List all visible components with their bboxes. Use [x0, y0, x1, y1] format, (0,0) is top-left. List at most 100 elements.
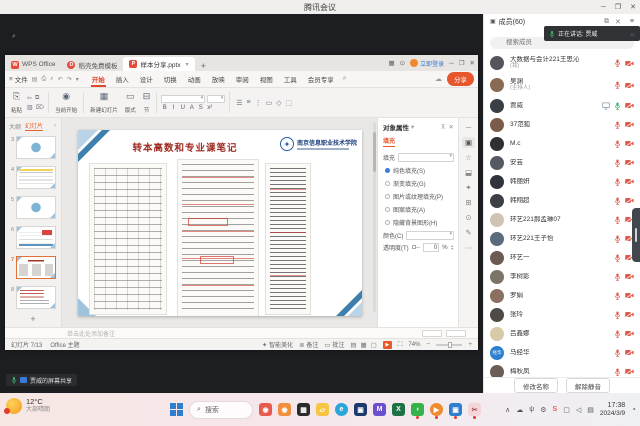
camera-off-icon[interactable] [625, 311, 634, 318]
save-icon[interactable]: ▤ [32, 76, 38, 83]
member-row[interactable]: 韩翔超 [484, 191, 640, 210]
maximize-icon[interactable]: ❐ [615, 3, 621, 11]
menu-视图[interactable]: 视图 [255, 71, 278, 87]
camera-off-icon[interactable] [625, 178, 634, 185]
member-row[interactable]: 罗娟 [484, 286, 640, 305]
fill-option[interactable]: 纯色填充(S) [385, 166, 454, 175]
font-family-select[interactable] [161, 95, 205, 103]
fill-option[interactable]: 图案填充(A) [385, 205, 454, 214]
mic-icon[interactable] [614, 216, 621, 224]
reading-view-icon[interactable]: ▢ [371, 341, 377, 349]
zoom-level[interactable]: 74% [408, 342, 420, 348]
toolbar-icon[interactable]: ▭ [266, 99, 273, 107]
slide-thumbnail[interactable]: 6 [5, 226, 61, 249]
menu-会员专享[interactable]: 会员专享 [303, 71, 339, 87]
toolbar-icon[interactable]: ☰ [236, 99, 242, 107]
notification-bell-icon[interactable]: ◔ [631, 405, 636, 414]
menu-审阅[interactable]: 审阅 [231, 71, 254, 87]
font-style-button[interactable]: x² [206, 105, 213, 111]
member-row[interactable]: 环艺221郝孟琳07 [484, 210, 640, 229]
file-menu[interactable]: 文件 [15, 74, 28, 84]
people-alt-icon[interactable]: ◉ [278, 403, 291, 416]
mic-icon[interactable] [614, 311, 621, 319]
font-style-button[interactable]: B [161, 105, 168, 111]
member-row[interactable]: 37范狐 [484, 115, 640, 134]
mic-icon[interactable] [614, 159, 621, 167]
dev-icon[interactable]: M [373, 403, 386, 416]
start-button[interactable] [170, 403, 183, 416]
collapse-icon[interactable]: ─ [462, 122, 475, 133]
slide[interactable]: 转本高数和专业课笔记 ✦ 南京信息职业技术学院 [78, 130, 362, 316]
mic-icon[interactable] [614, 330, 621, 338]
image-library-icon[interactable]: ⬓ [462, 167, 475, 178]
theme-name[interactable]: Office 主题 [50, 340, 79, 349]
new-slide-button[interactable]: ▦ 新建幻灯片 [88, 90, 120, 115]
menu-工具[interactable]: 工具 [279, 71, 302, 87]
font-style-button[interactable]: U [179, 105, 186, 111]
notes-mini-button-2[interactable] [446, 330, 466, 337]
layout-switch-icon[interactable]: ▦ [388, 59, 394, 67]
ribbon-search-icon[interactable]: ⌕ [343, 75, 347, 83]
login-button[interactable]: 立即登录 [410, 59, 444, 68]
preview-icon[interactable]: ⌕ [50, 76, 53, 83]
toolbar-icon[interactable]: ⧉ [35, 95, 39, 102]
font-size-select[interactable] [207, 95, 225, 103]
mic-icon[interactable] [614, 59, 621, 67]
member-row[interactable]: 李树影 [484, 267, 640, 286]
section-button[interactable]: ⊟ 节 [141, 90, 153, 115]
normal-view-icon[interactable]: ▤ [350, 341, 356, 349]
mic-icon[interactable] [614, 197, 621, 205]
camera-off-icon[interactable] [625, 121, 634, 128]
wps-close-icon[interactable]: ✕ [470, 59, 475, 67]
alpha-slider[interactable] [412, 247, 421, 249]
taskbar-search[interactable]: ⌕ 搜索 [189, 401, 253, 419]
alpha-value[interactable]: 0 [423, 243, 439, 252]
slideshow-button[interactable]: ▶ [383, 341, 392, 349]
camera-off-icon[interactable] [625, 159, 634, 166]
tray-settings-icon[interactable]: ⚙ [540, 406, 546, 414]
more-icon[interactable]: ▾ [76, 76, 79, 83]
excel-icon[interactable]: X [392, 403, 405, 416]
member-row[interactable]: 大数据与会计221王思沁 (我) [484, 52, 640, 74]
camera-off-icon[interactable] [625, 102, 634, 109]
tab-outline[interactable]: 大纲 [9, 122, 21, 131]
docer-template-tab[interactable]: D 稻壳免费模板 [61, 58, 123, 71]
fill-tab[interactable]: 填充 [383, 136, 395, 147]
member-row[interactable]: 经华 马经华 [484, 343, 640, 362]
wechat-icon[interactable]: ◖ [411, 403, 424, 416]
camera-off-icon[interactable] [625, 82, 634, 89]
camera-off-icon[interactable] [625, 60, 634, 67]
wps-minimize-icon[interactable]: ─ [449, 60, 454, 67]
mic-icon[interactable] [614, 235, 621, 243]
slide-thumbnail[interactable]: 3 [5, 136, 61, 159]
member-row[interactable]: 梅秋凤 [484, 362, 640, 377]
popout-panel-icon[interactable]: ⧉ [604, 18, 609, 26]
beautify-button[interactable]: ✦ 智能美化 [262, 340, 293, 349]
mic-icon[interactable] [614, 292, 621, 300]
font-style-button[interactable]: A [188, 105, 195, 111]
camera-off-icon[interactable] [625, 368, 634, 375]
close-icon[interactable]: ✕ [630, 3, 636, 11]
weather-widget[interactable]: 12°C 大部晴朗 [6, 397, 50, 415]
new-tab-button[interactable]: + [201, 61, 206, 71]
member-row[interactable]: 吕鑫娜 [484, 324, 640, 343]
close-members-icon[interactable]: ✕ [615, 18, 621, 26]
zoom-slider[interactable] [436, 344, 462, 346]
add-slide-button[interactable]: + [5, 314, 61, 324]
effects-icon[interactable]: ✦ [462, 182, 475, 193]
collapse-panel-icon[interactable]: ‹ [54, 123, 56, 129]
mic-icon[interactable] [614, 368, 621, 376]
member-row[interactable]: 环艺221王子怡 [484, 229, 640, 248]
undo-icon[interactable]: ↶ [58, 76, 63, 83]
toolbar-icon[interactable]: ✂ [27, 95, 32, 102]
properties-icon[interactable]: ▣ [462, 137, 475, 148]
tab-caret-icon[interactable]: ▾ [186, 61, 189, 68]
mic-icon[interactable] [614, 349, 621, 357]
media-icon[interactable]: ▶ [430, 403, 443, 416]
toolbar-icon[interactable]: ▨ [27, 104, 33, 111]
toolbar-icon[interactable]: ◇ [276, 99, 281, 107]
taskbar-clock[interactable]: 17:38 2024/3/9 [600, 402, 625, 418]
people-icon[interactable]: ◉ [259, 403, 272, 416]
member-row[interactable]: 环艺一 [484, 248, 640, 267]
wps-home-tab[interactable]: W WPS Office [5, 58, 61, 71]
